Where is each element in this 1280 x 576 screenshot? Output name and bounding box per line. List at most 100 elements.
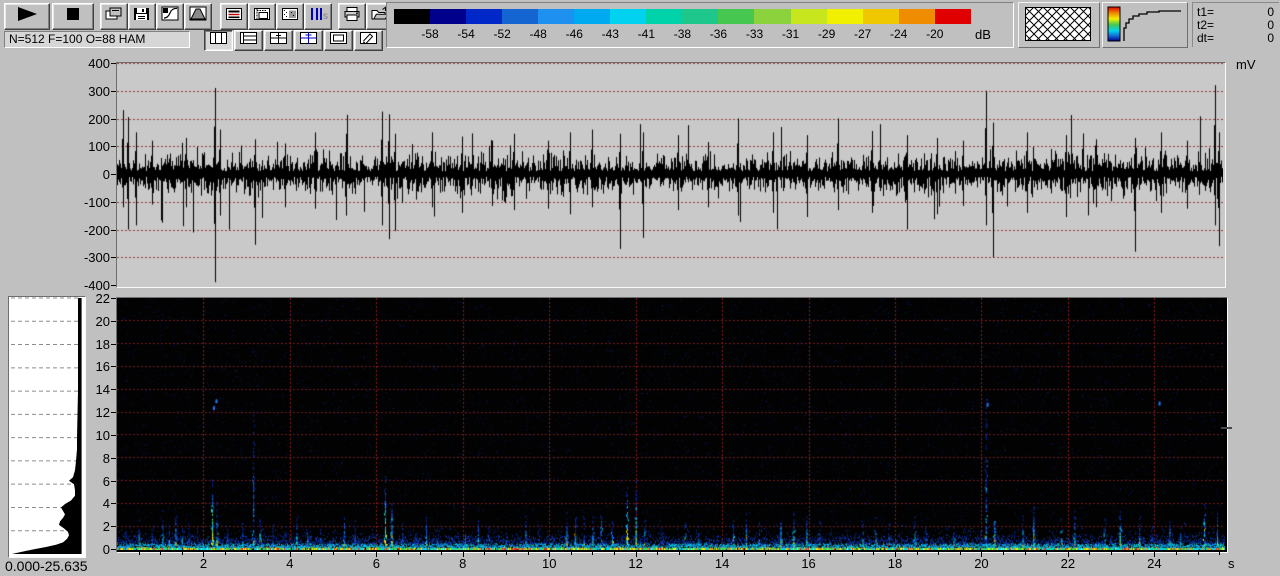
spectrogram-xtick-mark [614, 552, 615, 555]
spectrogram-xtick-mark [549, 552, 550, 557]
spectrogram-xtick-label: 18 [887, 556, 903, 571]
spectrogram-ytick-label: 16 [95, 359, 110, 375]
colorbar-segment [394, 9, 431, 24]
layout-grid-button[interactable] [264, 30, 293, 51]
spectrogram-xtick-label: 10 [541, 556, 557, 571]
window-function-icon [188, 6, 208, 27]
display-pattern-icon [280, 6, 300, 27]
colorbar-segment [538, 9, 575, 24]
spectrogram-xtick-mark [960, 552, 961, 555]
layout-grid-alt-button[interactable] [294, 30, 323, 51]
spectrogram-xtick-mark [571, 552, 572, 555]
display-boxed-button[interactable] [220, 3, 248, 30]
copy-pages-button[interactable] [100, 3, 128, 30]
spectrogram-ytick-label: 6 [102, 473, 110, 489]
spectrogram-xtick-label: 24 [1147, 556, 1162, 571]
layout-frame-icon [329, 31, 348, 50]
time-readout-panel: t1= 0 t2= 0 dt= 0 [1192, 2, 1279, 47]
display-marks-button[interactable] [248, 3, 276, 30]
spectrogram-app-window: s N=512 F=100 O=88 HAM -58 -54 -52 -48 -46 -4… [0, 0, 1280, 576]
status-text: N=512 F=100 O=88 HAM [9, 32, 146, 46]
spectrogram-xtick-mark [700, 552, 701, 555]
colorbar-segment [934, 9, 971, 24]
colorbar-segment [610, 9, 647, 24]
spectrogram-xtick-mark [1198, 552, 1199, 555]
spectrogram-xtick-mark [182, 552, 183, 555]
spectrogram-xtick-label: 22 [1060, 556, 1076, 571]
spectrogram-xtick-label: 4 [286, 556, 294, 571]
colorbar-segment [574, 9, 611, 24]
spectrogram-xtick-label: 20 [974, 556, 989, 571]
waveform-ytick-label: 200 [88, 111, 110, 127]
colorbar-segment [790, 9, 827, 24]
spectrogram-xtick-mark [809, 552, 810, 557]
layout-columns-button[interactable] [204, 30, 233, 51]
spectrogram-xtick-mark [981, 552, 982, 557]
display-pattern-button[interactable] [276, 3, 304, 30]
layout-frame-button[interactable] [324, 30, 353, 51]
overview-pattern-panel[interactable] [1018, 2, 1100, 48]
spectrogram-xtick-mark [484, 552, 485, 555]
waveform-canvas[interactable] [117, 63, 1223, 285]
save-icon [132, 6, 152, 27]
spectrogram-xtick-mark [636, 552, 637, 557]
play-button[interactable] [4, 3, 50, 30]
spectrogram-xtick-mark [290, 552, 291, 557]
layout-rows-button[interactable] [234, 30, 263, 51]
svg-text:s: s [323, 11, 328, 22]
colorbar-gradient [394, 9, 971, 24]
dt-value: 0 [1267, 31, 1274, 45]
spectrogram-xtick-mark [225, 552, 226, 555]
colorbar-tick-label: -52 [493, 27, 511, 41]
scale-fs-button[interactable]: s [304, 3, 332, 30]
spectrogram-xtick-mark [895, 552, 896, 557]
edit-notes-icon [359, 31, 378, 50]
spectrogram-xtick-mark [376, 552, 377, 557]
colorbar-tick-label: -20 [926, 27, 944, 41]
colorbar-tick-label: -58 [421, 27, 439, 41]
dt-row: dt= 0 [1197, 32, 1274, 45]
spectrogram-xtick-mark [268, 552, 269, 555]
spectrogram-xtick-mark [1133, 552, 1134, 555]
colorbar-segment [826, 9, 863, 24]
colorbar-segment [754, 9, 791, 24]
save-button[interactable] [128, 3, 156, 30]
layout-grid-icon [269, 31, 288, 50]
edit-notes-button[interactable] [354, 30, 383, 51]
transfer-curve-button[interactable] [156, 3, 184, 30]
spectrogram-xtick-mark [722, 552, 723, 557]
stop-button[interactable] [52, 3, 94, 30]
spectrogram-xtick-label: 14 [714, 556, 730, 571]
colorbar-panel: -58 -54 -52 -48 -46 -43 -41 -38 -36 -33 -31 -29 -27 -… [386, 2, 1014, 48]
spectrogram-xtick-mark [592, 552, 593, 555]
print-button[interactable] [338, 3, 366, 30]
spectrogram-xtick-mark [938, 552, 939, 555]
spectrogram-xtick-mark [873, 552, 874, 555]
spectrogram-ytick-label: 18 [95, 336, 110, 352]
colorbar-tick-label: -27 [853, 27, 872, 41]
colorbar-segment [466, 9, 503, 24]
colorbar-tick-label: -29 [817, 27, 836, 41]
spectrogram-canvas[interactable] [117, 298, 1225, 550]
waveform-ytick-label: 300 [88, 83, 110, 99]
spectrogram-xtick-mark [1219, 552, 1220, 555]
mv-unit-label: mV [1236, 57, 1256, 72]
display-marks-icon [252, 6, 272, 27]
right-edge-marker[interactable] [1221, 427, 1232, 429]
colorbar-segment [898, 9, 935, 24]
spectrogram-xtick-mark [1176, 552, 1177, 555]
spectrogram-plot-panel[interactable] [116, 297, 1228, 553]
colorbar-tick-label: -43 [601, 27, 619, 41]
waveform-plot-panel[interactable] [116, 62, 1226, 288]
spectrogram-ytick-label: 0 [102, 542, 110, 557]
window-function-button[interactable] [184, 3, 212, 30]
spectrogram-ytick-label: 12 [95, 405, 110, 421]
spectrogram-xtick-mark [441, 552, 442, 555]
db-unit-label: dB [975, 27, 991, 42]
spectrogram-xtick-mark [917, 552, 918, 555]
spectrogram-ytick-label: 4 [102, 496, 110, 512]
colorbar-tick-label: -33 [745, 27, 764, 41]
palette-curve-panel[interactable] [1102, 2, 1188, 48]
colorbar-tick-label: -54 [457, 27, 475, 41]
spectrogram-xtick-mark [528, 552, 529, 555]
